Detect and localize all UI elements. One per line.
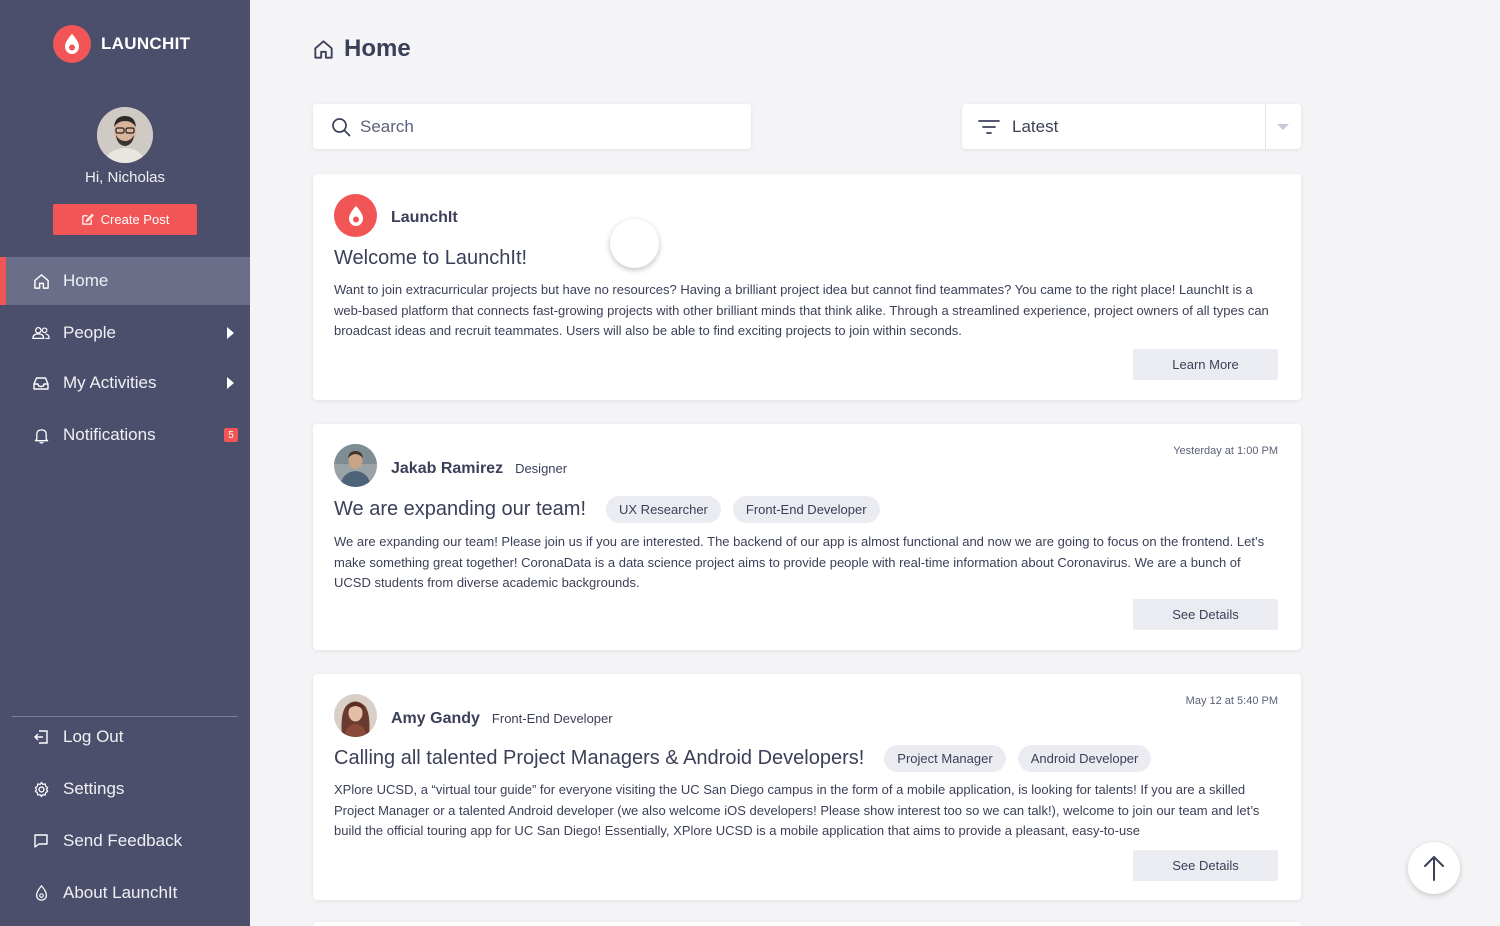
- see-details-button[interactable]: See Details: [1133, 599, 1278, 630]
- search-box[interactable]: [313, 104, 751, 149]
- post-title: Calling all talented Project Managers & …: [334, 747, 865, 769]
- chevron-right-icon: [227, 327, 234, 339]
- logout-icon: [32, 728, 50, 746]
- post-author[interactable]: LaunchIt: [391, 209, 458, 227]
- author-role: Front-End Developer: [491, 711, 613, 726]
- page-title: Home: [313, 35, 411, 63]
- sidebar-item-label: About LaunchIt: [63, 883, 178, 902]
- sidebar-item-label: My Activities: [63, 373, 157, 392]
- avatar[interactable]: [334, 444, 377, 487]
- post-title-row: We are expanding our team! UX Researcher…: [334, 496, 880, 523]
- sidebar-item-people[interactable]: People: [0, 309, 250, 357]
- post-timestamp: Yesterday at 1:00 PM: [1173, 445, 1278, 457]
- brand[interactable]: LAUNCHIT: [53, 25, 190, 63]
- sidebar-item-my-activities[interactable]: My Activities: [0, 359, 250, 407]
- edit-icon: [81, 213, 94, 225]
- learn-more-button[interactable]: Learn More: [1133, 349, 1278, 380]
- sidebar-item-label: Log Out: [63, 727, 124, 746]
- search-icon: [332, 117, 351, 136]
- scroll-to-top-button[interactable]: [1408, 842, 1460, 894]
- role-tag[interactable]: Android Developer: [1017, 745, 1152, 772]
- post-title: Welcome to LaunchIt!: [334, 247, 528, 269]
- role-tag[interactable]: UX Researcher: [606, 496, 721, 523]
- post-card: Amy Gandy Front-End Developer May 12 at 5…: [313, 674, 1301, 900]
- avatar[interactable]: [334, 694, 377, 737]
- loading-indicator: [610, 219, 659, 268]
- create-post-label: Create Post: [100, 212, 170, 227]
- notification-badge: 5: [224, 428, 238, 442]
- greeting: Hi, Nicholas: [84, 169, 166, 186]
- sidebar-item-label: Home: [63, 271, 109, 290]
- see-details-button[interactable]: See Details: [1133, 850, 1278, 881]
- chevron-down-icon[interactable]: [1277, 124, 1289, 130]
- sidebar-item-settings[interactable]: Settings: [0, 765, 250, 813]
- sidebar: LAUNCHIT Hi, Nicholas Create Post Home P…: [0, 0, 250, 926]
- post-author[interactable]: Jakab Ramirez Designer: [391, 460, 567, 478]
- home-icon: [32, 272, 50, 290]
- sidebar-item-send-feedback[interactable]: Send Feedback: [0, 817, 250, 865]
- create-post-button[interactable]: Create Post: [53, 204, 197, 235]
- post-body: We are expanding our team! Please join u…: [334, 534, 1265, 590]
- sidebar-item-about[interactable]: About LaunchIt: [0, 869, 250, 917]
- author-name: Amy Gandy: [391, 710, 480, 727]
- post-title-row: Calling all talented Project Managers & …: [334, 745, 1152, 772]
- post-body: Want to join extracurricular projects bu…: [334, 282, 1269, 338]
- author-role: Designer: [515, 461, 568, 476]
- people-icon: [32, 324, 50, 342]
- home-icon: [314, 39, 333, 59]
- post-card-partial: [313, 922, 1301, 926]
- post-title: We are expanding our team!: [334, 498, 587, 520]
- sidebar-item-label: People: [63, 323, 116, 342]
- post-card: LaunchIt Welcome to LaunchIt! Want to jo…: [313, 174, 1301, 400]
- sidebar-item-label: Notifications: [63, 425, 156, 444]
- gear-icon: [32, 780, 50, 798]
- sort-selected: Latest: [1012, 116, 1059, 136]
- page-title-text: Home: [344, 35, 411, 62]
- sidebar-item-label: Settings: [63, 779, 125, 798]
- author-name: Jakab Ramirez: [391, 460, 504, 477]
- flame-logo-icon: [334, 194, 377, 237]
- author-name: LaunchIt: [391, 209, 458, 226]
- post-author[interactable]: Amy Gandy Front-End Developer: [391, 710, 613, 728]
- feedback-icon: [32, 832, 50, 850]
- post-body: XPlore UCSD, a “virtual tour guide” for …: [334, 782, 1260, 838]
- dropdown-separator: [1265, 104, 1266, 149]
- flame-icon: [32, 884, 50, 902]
- sidebar-item-logout[interactable]: Log Out: [0, 713, 250, 761]
- role-tag[interactable]: Front-End Developer: [732, 496, 880, 523]
- search-input[interactable]: [360, 116, 720, 137]
- flame-logo-icon: [53, 25, 91, 63]
- post-timestamp: May 12 at 5:40 PM: [1185, 695, 1278, 707]
- sidebar-item-notifications[interactable]: Notifications 5: [0, 411, 250, 459]
- sidebar-item-home[interactable]: Home: [0, 257, 250, 305]
- sort-dropdown[interactable]: Latest: [962, 104, 1301, 149]
- inbox-icon: [32, 374, 50, 392]
- chevron-right-icon: [227, 377, 234, 389]
- brand-name: LAUNCHIT: [101, 34, 191, 53]
- post-title-row: Welcome to LaunchIt!: [334, 247, 527, 270]
- avatar[interactable]: [97, 107, 153, 163]
- sidebar-item-label: Send Feedback: [63, 831, 183, 850]
- arrow-up-icon: [1424, 856, 1444, 881]
- bell-icon: [32, 426, 50, 444]
- role-tag[interactable]: Project Manager: [884, 745, 1006, 772]
- filter-icon: [978, 119, 1000, 134]
- post-card: Jakab Ramirez Designer Yesterday at 1:00 …: [313, 424, 1301, 650]
